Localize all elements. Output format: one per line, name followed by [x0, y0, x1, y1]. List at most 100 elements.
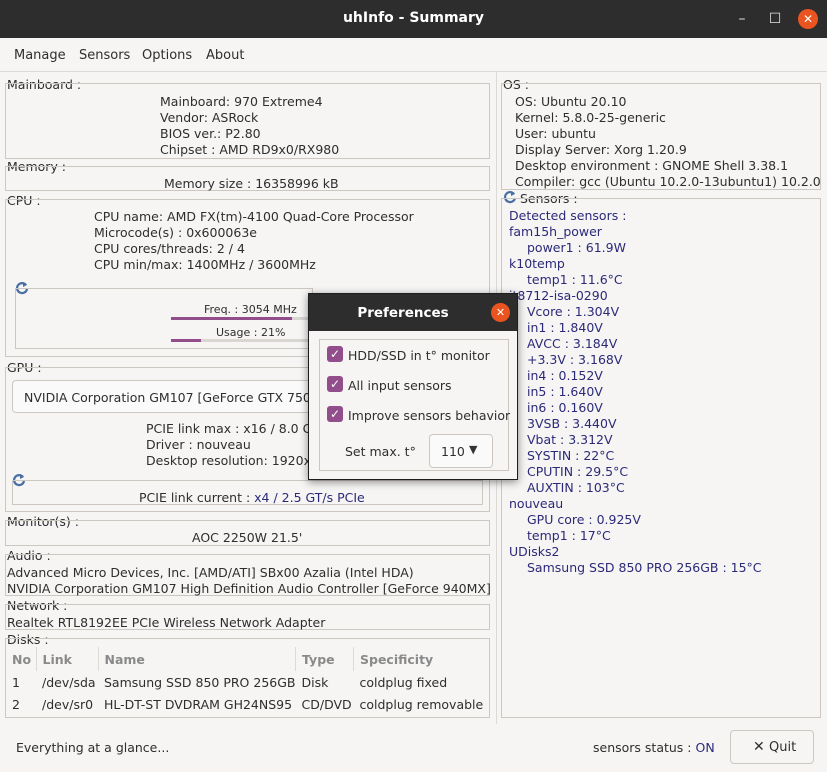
os-line: OS: Ubuntu 20.10 — [515, 94, 627, 109]
all-input-sensors-checkbox[interactable]: ✓ — [327, 376, 343, 392]
column-header[interactable]: Name — [98, 647, 296, 671]
column-header[interactable]: No — [6, 647, 37, 671]
disks-table: No Link Name Type Specificity 1 /dev/sda… — [6, 647, 488, 715]
pcie-current-label: PCIE link current : — [139, 490, 255, 505]
column-header[interactable]: Type — [295, 647, 354, 671]
sensor-reading: temp1 : 11.6°C — [527, 272, 623, 287]
cpu-usage-bar — [171, 339, 313, 342]
gpu-select-value: NVIDIA Corporation GM107 [GeForce GTX 75… — [24, 390, 311, 405]
menu-sensors[interactable]: Sensors — [79, 48, 130, 63]
mainboard-line: Chipset : AMD RD9x0/RX980 — [160, 142, 340, 157]
dialog-header: Preferences ✕ — [309, 294, 517, 331]
table-cell: /dev/sda — [42, 674, 96, 690]
monitor-name: AOC 2250W 21.5' — [192, 530, 303, 545]
status-text: Everything at a glance... — [16, 740, 170, 755]
sensor-group: fam15h_power — [509, 224, 602, 239]
cpu-line: CPU name: AMD FX(tm)-4100 Quad-Core Proc… — [94, 209, 414, 224]
mainboard-line: Mainboard: 970 Extreme4 — [160, 94, 323, 109]
mainboard-line: Vendor: ASRock — [160, 110, 259, 125]
table-cell: 1 — [12, 674, 20, 690]
table-cell: 2 — [12, 696, 20, 712]
sensor-reading: in4 : 0.152V — [527, 368, 603, 383]
quit-button[interactable]: ✕ Quit — [730, 730, 814, 764]
audio-device: NVIDIA Corporation GM107 High Definition… — [7, 581, 491, 596]
os-line: Display Server: Xorg 1.20.9 — [515, 142, 687, 157]
sensor-reading: Vcore : 1.304V — [527, 304, 620, 319]
sensor-reading: in5 : 1.640V — [527, 384, 603, 399]
cpu-freq-label: Freq. : 3054 MHz — [204, 303, 297, 316]
sensors-status-label: sensors status : — [593, 740, 696, 755]
column-header[interactable]: Link — [36, 647, 99, 671]
table-row[interactable]: 2 /dev/sr0 HL-DT-ST DVDRAM GH24NS95 CD/D… — [6, 693, 488, 715]
menu-bar: Manage Sensors Options About — [0, 38, 827, 72]
gpu-line: PCIE link max : x16 / 8.0 GT/ — [146, 421, 324, 436]
all-input-sensors-label: All input sensors — [348, 378, 452, 393]
cpu-usage-label: Usage : 21% — [216, 326, 286, 339]
max-temp-select[interactable]: 110 ▼ — [429, 434, 493, 468]
gpu-line: Driver : nouveau — [146, 437, 251, 452]
table-cell: coldplug removable — [359, 696, 484, 712]
improve-sensors-label: Improve sensors behavior — [348, 408, 511, 423]
menu-about[interactable]: About — [206, 48, 244, 63]
sensor-reading: in6 : 0.160V — [527, 400, 603, 415]
close-icon[interactable]: ✕ — [798, 9, 818, 29]
cpu-usage-fill — [171, 339, 201, 342]
sensor-reading: Samsung SSD 850 PRO 256GB : 15°C — [527, 560, 762, 575]
sensor-reading: temp1 : 17°C — [527, 528, 611, 543]
table-cell: CD/DVD — [301, 696, 352, 712]
hdd-monitor-label: HDD/SSD in t° monitor — [348, 348, 490, 363]
sensor-reading: 3VSB : 3.440V — [527, 416, 617, 431]
os-line: Desktop environment : GNOME Shell 3.38.1 — [515, 158, 789, 173]
column-header[interactable]: Specificity — [354, 647, 489, 671]
sensor-reading: GPU core : 0.925V — [527, 512, 641, 527]
max-temp-label: Set max. t° — [345, 444, 416, 459]
cpu-line: CPU cores/threads: 2 / 4 — [94, 241, 245, 256]
cpu-freq-bar — [171, 317, 313, 320]
close-icon[interactable]: ✕ — [491, 303, 510, 322]
os-line: User: ubuntu — [515, 126, 596, 141]
sensor-reading: in1 : 1.840V — [527, 320, 603, 335]
chevron-down-icon: ▼ — [469, 443, 478, 456]
improve-sensors-checkbox[interactable]: ✓ — [327, 406, 343, 422]
cpu-line: Microcode(s) : 0x600063e — [94, 225, 257, 240]
quit-label: Quit — [769, 740, 797, 755]
sensors-status-value: ON — [695, 740, 715, 755]
table-header: No Link Name Type Specificity — [6, 647, 488, 671]
sensor-reading: AVCC : 3.184V — [527, 336, 618, 351]
os-line: Kernel: 5.8.0-25-generic — [515, 110, 666, 125]
dialog-body: ✓ HDD/SSD in t° monitor ✓ All input sens… — [319, 339, 511, 471]
audio-device: Advanced Micro Devices, Inc. [AMD/ATI] S… — [7, 565, 414, 580]
menu-manage[interactable]: Manage — [14, 48, 66, 63]
gpu-select[interactable]: NVIDIA Corporation GM107 [GeForce GTX 75… — [12, 380, 312, 413]
table-row[interactable]: 1 /dev/sda Samsung SSD 850 PRO 256GB Dis… — [6, 671, 488, 693]
cpu-line: CPU min/max: 1400MHz / 3600MHz — [94, 257, 316, 272]
sensor-group: k10temp — [509, 256, 565, 271]
sensor-reading: power1 : 61.9W — [527, 240, 626, 255]
sensor-group: nouveau — [509, 496, 564, 511]
sensor-reading: AUXTIN : 103°C — [527, 480, 625, 495]
sensor-reading: SYSTIN : 22°C — [527, 448, 615, 463]
network-adapter: Realtek RTL8192EE PCIe Wireless Network … — [7, 615, 326, 630]
mainboard-line: BIOS ver.: P2.80 — [160, 126, 261, 141]
gpu-line: Desktop resolution: 1920x — [146, 453, 311, 468]
close-icon: ✕ — [753, 739, 765, 755]
table-cell: Samsung SSD 850 PRO 256GB — [104, 674, 296, 690]
table-cell: /dev/sr0 — [42, 696, 94, 712]
sensor-group: UDisks2 — [509, 544, 560, 559]
title-bar: uhInfo - Summary – ☐ ✕ — [0, 0, 827, 38]
window-title: uhInfo - Summary — [342, 10, 485, 26]
sensor-reading: Vbat : 3.312V — [527, 432, 613, 447]
sensor-group: it8712-isa-0290 — [509, 288, 608, 303]
table-cell: Disk — [301, 674, 329, 690]
table-cell: HL-DT-ST DVDRAM GH24NS95 — [104, 696, 293, 712]
hdd-monitor-checkbox[interactable]: ✓ — [327, 346, 343, 362]
menu-options[interactable]: Options — [142, 48, 192, 63]
table-cell: coldplug fixed — [359, 674, 448, 690]
sensor-reading: CPUTIN : 29.5°C — [527, 464, 629, 479]
minimize-icon[interactable]: – — [732, 9, 752, 29]
sensors-status: sensors status : ON — [593, 740, 715, 755]
pcie-current-value: x4 / 2.5 GT/s PCIe — [254, 490, 365, 505]
maximize-icon[interactable]: ☐ — [765, 9, 785, 29]
memory-size: Memory size : 16358996 kB — [164, 176, 339, 191]
max-temp-value: 110 — [441, 444, 465, 459]
